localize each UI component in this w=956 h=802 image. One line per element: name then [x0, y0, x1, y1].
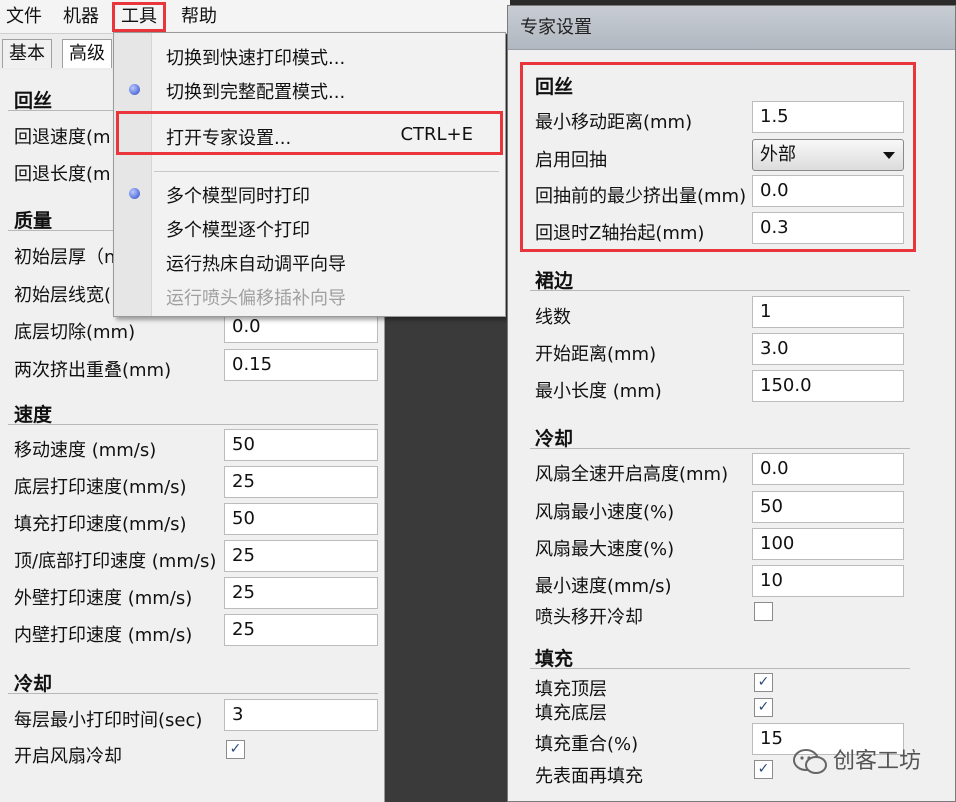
watermark: 创客工坊 [793, 743, 921, 776]
infill-bottom-checkbox[interactable]: ✓ [754, 698, 773, 717]
menu-icon-strip [114, 33, 152, 316]
section-speed-title: 速度 [14, 404, 53, 426]
skirt-min-length-label: 最小长度 (mm) [535, 381, 662, 402]
perimeter-first-label: 先表面再填充 [535, 766, 643, 787]
divider [8, 693, 378, 694]
speed-row-label: 顶/底部打印速度 (mm/s) [14, 551, 217, 572]
divider [530, 290, 910, 291]
skirt-lines-label: 线数 [535, 307, 571, 328]
speed-row-label: 填充打印速度(mm/s) [14, 514, 187, 535]
menu-item-multi-one[interactable]: 多个模型逐个打印 [166, 216, 310, 242]
skirt-start-input[interactable]: 3.0 [752, 333, 904, 365]
menu-item-quick-mode[interactable]: 切换到快速打印模式... [166, 44, 345, 70]
speed-row-label: 内壁打印速度 (mm/s) [14, 625, 193, 646]
menu-help[interactable]: 帮助 [181, 5, 217, 29]
speed-row-label: 外壁打印速度 (mm/s) [14, 588, 193, 609]
section-quality-title: 质量 [14, 210, 53, 232]
retraction-length-label: 回退长度(m [14, 164, 111, 185]
initial-layer-label: 初始层厚（n [14, 247, 116, 268]
overlap-label: 两次挤出重叠(mm) [14, 360, 172, 381]
speed-row-input[interactable]: 25 [224, 540, 378, 572]
radio-selected-icon [129, 84, 140, 95]
expert-skirt-title: 裙边 [535, 270, 574, 292]
divider [530, 668, 910, 669]
retraction-speed-label: 回退速度(m [14, 127, 111, 148]
fan-full-height-label: 风扇全速开启高度(mm) [535, 464, 729, 485]
fan-max-speed-input[interactable]: 100 [752, 528, 904, 560]
menu-item-multi-same[interactable]: 多个模型同时打印 [166, 182, 310, 208]
menu-item-bed-level[interactable]: 运行热床自动调平向导 [166, 250, 346, 276]
speed-row-input[interactable]: 25 [224, 577, 378, 609]
cut-off-label: 底层切除(mm) [14, 322, 136, 343]
expert-item-highlight [116, 111, 503, 155]
fan-full-height-input[interactable]: 0.0 [752, 453, 904, 485]
fan-min-speed-input[interactable]: 50 [752, 491, 904, 523]
min-layer-time-input[interactable]: 3 [224, 699, 378, 731]
speed-row-input[interactable]: 25 [224, 614, 378, 646]
divider [8, 424, 378, 425]
min-speed-label: 最小速度(mm/s) [535, 576, 672, 597]
skirt-lines-input[interactable]: 1 [752, 296, 904, 328]
tab-advanced[interactable]: 高级 [62, 39, 112, 68]
speed-row-input[interactable]: 50 [224, 429, 378, 461]
speed-row-label: 底层打印速度(mm/s) [14, 477, 187, 498]
fan-max-speed-label: 风扇最大速度(%) [535, 539, 675, 560]
watermark-text: 创客工坊 [833, 749, 922, 774]
radio-selected-icon [129, 188, 140, 199]
infill-top-checkbox[interactable]: ✓ [754, 673, 773, 692]
initial-width-label: 初始层线宽( [14, 285, 112, 306]
skirt-min-length-input[interactable]: 150.0 [752, 370, 904, 402]
infill-top-label: 填充顶层 [535, 679, 607, 700]
tab-basic[interactable]: 基本 [2, 39, 52, 68]
head-lift-checkbox[interactable] [754, 602, 773, 621]
menu-machine[interactable]: 机器 [63, 5, 99, 29]
expert-infill-title: 填充 [535, 648, 574, 670]
speed-row-label: 移动速度 (mm/s) [14, 440, 157, 461]
min-speed-input[interactable]: 10 [752, 565, 904, 597]
fan-enable-label: 开启风扇冷却 [14, 746, 122, 767]
menu-file[interactable]: 文件 [6, 5, 42, 29]
section-cooling-title: 冷却 [14, 673, 53, 695]
skirt-start-label: 开始距离(mm) [535, 344, 657, 365]
tools-dropdown-menu: 切换到快速打印模式... 切换到完整配置模式... 打开专家设置... CTRL… [113, 32, 506, 317]
tools-menu-highlight [112, 2, 166, 32]
section-retraction-title: 回丝 [14, 90, 53, 112]
perimeter-first-checkbox[interactable]: ✓ [754, 760, 773, 779]
head-lift-label: 喷头移开冷却 [535, 607, 643, 628]
divider [530, 448, 910, 449]
speed-row-input[interactable]: 50 [224, 503, 378, 535]
speed-row-input[interactable]: 25 [224, 466, 378, 498]
infill-overlap-label: 填充重合(%) [535, 734, 639, 755]
expert-cooling-title: 冷却 [535, 428, 574, 450]
menu-item-full-mode[interactable]: 切换到完整配置模式... [166, 78, 345, 104]
min-layer-time-label: 每层最小打印时间(sec) [14, 710, 203, 731]
wechat-icon [793, 749, 827, 774]
retraction-section-highlight [520, 62, 916, 252]
menu-separator [154, 171, 499, 172]
fan-min-speed-label: 风扇最小速度(%) [535, 502, 675, 523]
fan-enable-checkbox[interactable]: ✓ [226, 740, 245, 759]
menu-item-nozzle-offset: 运行喷头偏移插补向导 [166, 288, 346, 309]
infill-bottom-label: 填充底层 [535, 703, 607, 724]
dialog-title: 专家设置 [508, 6, 955, 50]
overlap-input[interactable]: 0.15 [224, 349, 378, 381]
menubar: 文件 机器 工具 帮助 [0, 0, 510, 34]
